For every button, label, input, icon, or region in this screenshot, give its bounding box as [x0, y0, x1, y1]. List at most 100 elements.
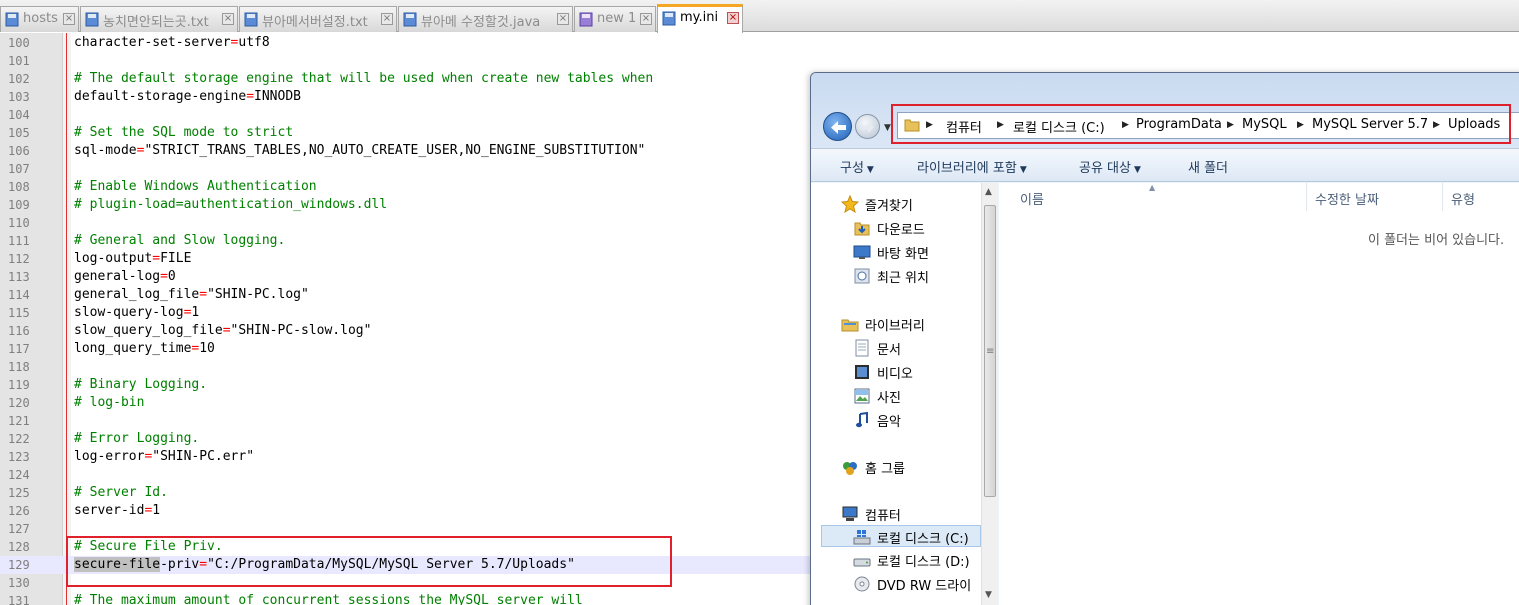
line-number: 117 [8, 342, 30, 356]
config-value: 1 [191, 305, 200, 320]
organize-button[interactable]: 구성 ▼ [840, 157, 874, 176]
nav-label: 로컬 디스크 (C:) [877, 532, 969, 547]
line-number: 100 [8, 36, 30, 50]
file-saved-icon [5, 12, 19, 27]
new-folder-button[interactable]: 새 폴더 [1188, 157, 1228, 176]
equals-operator: = [152, 251, 161, 266]
videos-icon [855, 365, 869, 379]
tab-file-2[interactable]: 농치면안되는곳.txt × [80, 6, 238, 32]
scroll-down-arrow-icon[interactable]: ▼ [985, 590, 992, 600]
line-number: 109 [8, 198, 30, 212]
nav-label: 문서 [877, 343, 901, 358]
back-arrow-icon [831, 121, 846, 134]
tab-file-4[interactable]: 뷰아메 수정할것.java × [398, 6, 573, 32]
sort-ascending-icon: ▲ [1149, 183, 1156, 192]
equals-operator: = [246, 89, 255, 104]
config-key: long_query_time [74, 341, 192, 356]
chevron-down-icon: ▼ [866, 165, 874, 175]
nav-libraries[interactable]: 라이브러리 [841, 313, 981, 335]
file-unsaved-icon [579, 12, 593, 27]
tab-file-3[interactable]: 뷰아메서버설정.txt × [239, 6, 397, 32]
back-button[interactable] [823, 112, 852, 141]
file-saved-icon [85, 12, 99, 27]
forward-button[interactable] [855, 114, 880, 139]
empty-folder-message: 이 폴더는 비어 있습니다. [1368, 233, 1505, 248]
column-header-name[interactable]: 이름 [1020, 189, 1044, 208]
nav-pictures[interactable]: 사진 [853, 385, 981, 407]
equals-operator: = [222, 323, 231, 338]
line-number: 125 [8, 486, 30, 500]
close-tab-icon[interactable]: × [727, 12, 739, 24]
config-key: general_log_file [74, 287, 200, 302]
nav-label: 사진 [877, 391, 901, 406]
share-label: 공유 대상 [1079, 161, 1131, 176]
scroll-up-arrow-icon[interactable]: ▲ [985, 187, 992, 197]
nav-computer[interactable]: 컴퓨터 [841, 503, 981, 525]
config-value: utf8 [238, 35, 270, 50]
comment-text: # Enable Windows Authentication [74, 179, 317, 194]
nav-music[interactable]: 음악 [853, 409, 981, 431]
share-with-button[interactable]: 공유 대상 ▼ [1079, 157, 1141, 176]
nav-local-disk-c[interactable]: 로컬 디스크 (C:) [821, 525, 981, 547]
include-library-label: 라이브러리에 포함 [917, 161, 1017, 176]
line-number: 121 [8, 414, 30, 428]
tab-label: 농치면안되는곳.txt [103, 15, 209, 30]
column-header-date-modified[interactable]: 수정한 날짜 [1315, 189, 1379, 208]
close-tab-icon[interactable]: × [557, 13, 569, 25]
nav-dvd-drive[interactable]: DVD RW 드라이 [853, 573, 981, 595]
line-number: 122 [8, 432, 30, 446]
line-number: 116 [8, 324, 30, 338]
config-key: character-set-server [74, 35, 231, 50]
nav-favorites[interactable]: 즐겨찾기 [841, 193, 981, 215]
close-tab-icon[interactable]: × [63, 13, 75, 25]
line-number: 119 [8, 378, 30, 392]
annotation-box-address-bar [891, 104, 1511, 144]
command-bar: 구성 ▼ 라이브러리에 포함 ▼ 공유 대상 ▼ 새 폴더 [811, 148, 1519, 182]
nav-pane-scrollbar[interactable]: ▲ ≡ ▼ [981, 183, 998, 605]
line-number: 120 [8, 396, 30, 410]
nav-recent-places[interactable]: 최근 위치 [853, 265, 981, 287]
config-key: log-output [74, 251, 153, 266]
tab-bar: hosts × 농치면안되는곳.txt × 뷰아메서버설정.txt × 뷰아메 … [0, 0, 1519, 33]
organize-label: 구성 [840, 161, 864, 176]
tab-label: new 1 [597, 11, 637, 26]
config-key: general-log [74, 269, 161, 284]
chevron-down-icon: ▼ [1133, 165, 1141, 175]
file-saved-icon [244, 12, 258, 27]
line-number: 123 [8, 450, 30, 464]
nav-local-disk-d[interactable]: 로컬 디스크 (D:) [853, 549, 981, 571]
config-key: log-error [74, 449, 145, 464]
tab-my-ini[interactable]: my.ini × [657, 4, 743, 33]
column-header-type[interactable]: 유형 [1451, 189, 1475, 208]
file-list-pane[interactable]: ▲ 이름 수정한 날짜 유형 이 폴더는 비어 있습니다. [999, 183, 1519, 605]
column-divider[interactable] [1442, 183, 1443, 211]
line-number: 105 [8, 126, 30, 140]
file-saved-icon [662, 11, 676, 26]
tab-label: 뷰아메서버설정.txt [262, 15, 368, 30]
nav-label: 즐겨찾기 [865, 199, 913, 214]
close-tab-icon[interactable]: × [222, 13, 234, 25]
desktop-icon [853, 245, 871, 259]
scrollbar-thumb[interactable]: ≡ [984, 205, 996, 497]
line-number: 114 [8, 288, 30, 302]
comment-text: # The default storage engine that will b… [74, 71, 654, 86]
line-number: 113 [8, 270, 30, 284]
grip-icon: ≡ [986, 346, 995, 357]
close-tab-icon[interactable]: × [381, 13, 393, 25]
close-tab-icon[interactable]: × [640, 13, 652, 25]
nav-videos[interactable]: 비디오 [853, 361, 981, 383]
recent-pages-dropdown-icon[interactable]: ▼ [884, 123, 891, 133]
nav-desktop[interactable]: 바탕 화면 [853, 241, 981, 263]
config-value: "SHIN-PC-slow.log" [230, 323, 372, 338]
config-value: 10 [199, 341, 215, 356]
nav-downloads[interactable]: 다운로드 [853, 217, 981, 239]
nav-documents[interactable]: 문서 [853, 337, 981, 359]
tab-new-1[interactable]: new 1 × [574, 6, 656, 32]
include-in-library-button[interactable]: 라이브러리에 포함 ▼ [917, 157, 1027, 176]
column-divider[interactable] [1306, 183, 1307, 211]
nav-homegroup[interactable]: 홈 그룹 [841, 456, 981, 478]
nav-label: 컴퓨터 [865, 509, 901, 524]
tab-hosts[interactable]: hosts × [0, 6, 79, 32]
explorer-window: ▼ ▶ 컴퓨터 ▶ 로컬 디스크 (C:) ▶ ProgramData ▶ My… [810, 72, 1519, 605]
code-line: 101 [0, 52, 1519, 70]
